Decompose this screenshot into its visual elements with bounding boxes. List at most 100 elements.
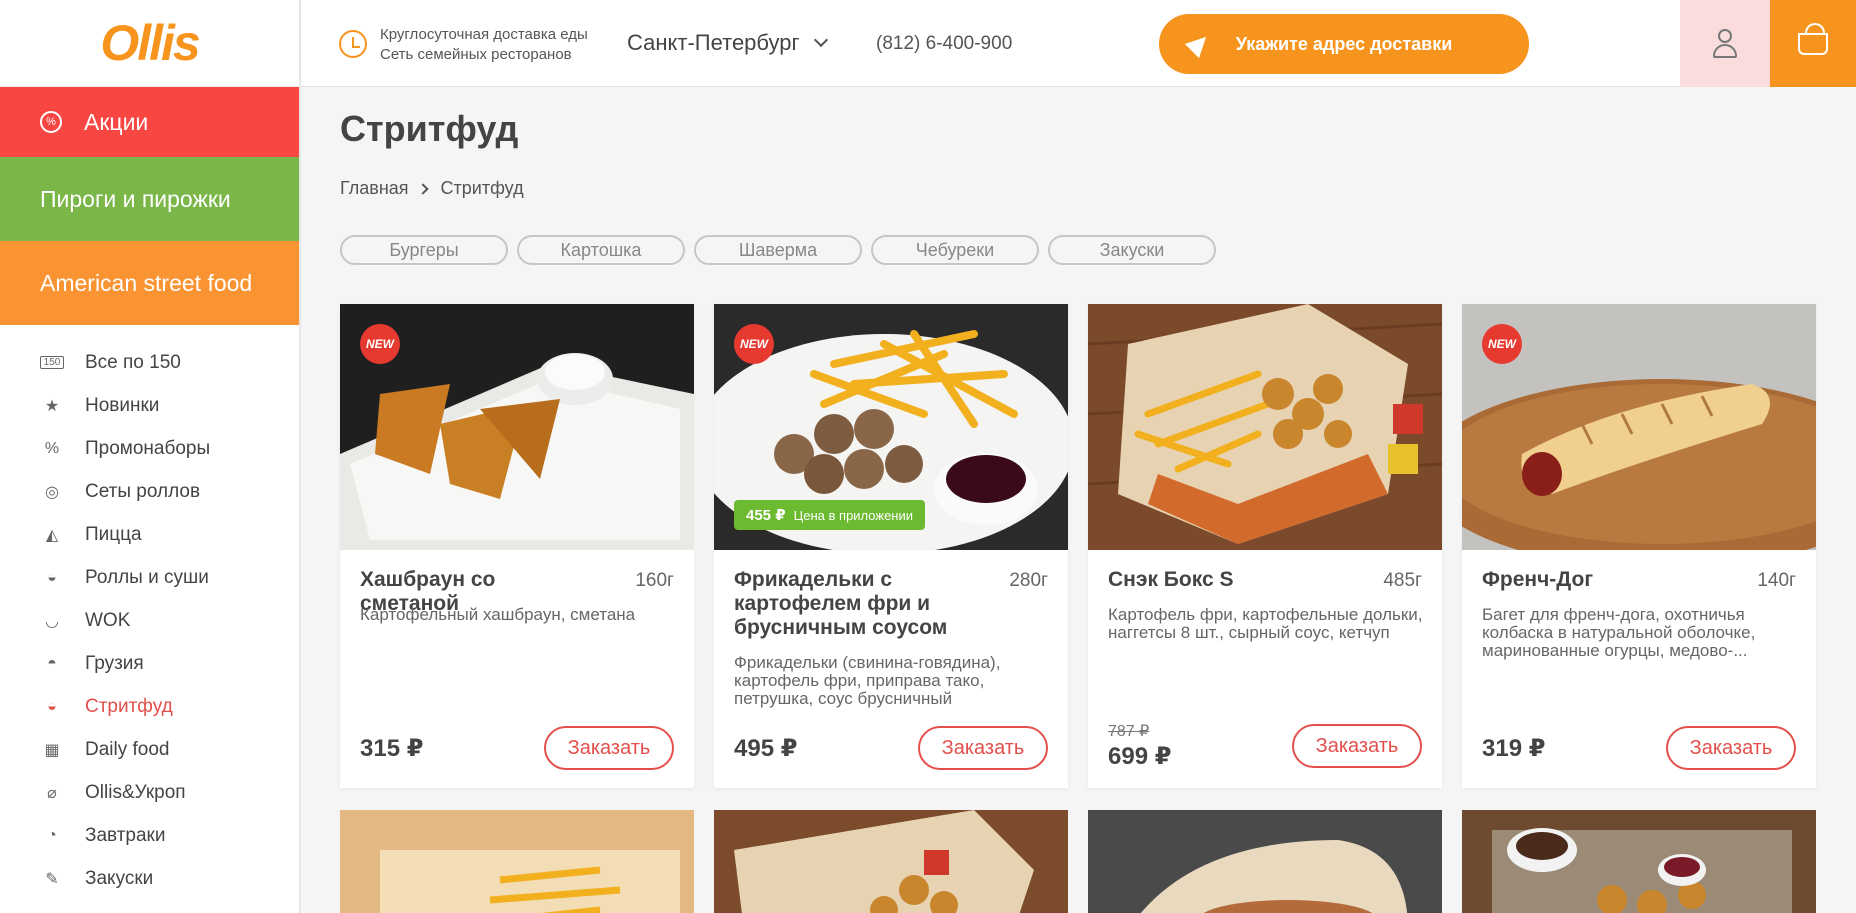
order-button[interactable]: Заказать: [1292, 724, 1422, 768]
sidebar-item-snacks[interactable]: ✎ Закуски: [0, 857, 299, 900]
logo-container[interactable]: Ollis: [0, 0, 299, 87]
product-card[interactable]: Снэк Бокс S 485г Картофель фри, картофел…: [1088, 304, 1442, 788]
sidebar-item-label: WOK: [85, 609, 131, 631]
sidebar-item-roll-sets[interactable]: ◎ Сеты роллов: [0, 470, 299, 513]
sidebar-item-label: Все по 150: [85, 351, 181, 373]
product-title[interactable]: Снэк Бокс S: [1108, 568, 1348, 592]
product-image[interactable]: [1088, 810, 1442, 913]
sidebar-item-daily-food[interactable]: ▦ Daily food: [0, 728, 299, 771]
cart-button[interactable]: [1770, 0, 1856, 87]
egg-icon: ◔: [47, 826, 57, 844]
product-image[interactable]: [714, 810, 1068, 913]
product-card[interactable]: NEW 455 ₽ Цена в приложении Фрикадельки …: [714, 304, 1068, 788]
city-label: Санкт-Петербург: [627, 30, 800, 55]
sidebar-item-label: Закуски: [85, 867, 154, 889]
filter-burgers[interactable]: Бургеры: [340, 235, 508, 265]
breadcrumb: Главная Стритфуд: [340, 178, 524, 199]
category-promo-label: Акции: [84, 108, 149, 135]
burger-icon: ◒: [47, 697, 57, 715]
product-price: 699 ₽: [1108, 743, 1172, 770]
sidebar-item-label: Пицца: [85, 523, 142, 545]
sidebar-item-breakfast[interactable]: ◔ Завтраки: [0, 814, 299, 857]
app-price-label: Цена в приложении: [793, 507, 914, 523]
sidebar-item-label: Сеты роллов: [85, 480, 201, 502]
product-title[interactable]: Френч-Дог: [1482, 568, 1722, 592]
user-icon: [1713, 28, 1737, 59]
app-price: 455 ₽: [746, 507, 786, 524]
star-icon: ★: [44, 397, 60, 415]
product-description: Картофельный хашбраун, сметана: [360, 605, 636, 624]
filter-snacks[interactable]: Закуски: [1048, 235, 1216, 265]
sidebar-item-label: Daily food: [85, 738, 170, 760]
category-promo[interactable]: % Акции: [0, 87, 299, 157]
sidebar-item-streetfood[interactable]: ◒ Стритфуд: [0, 685, 299, 728]
order-button[interactable]: Заказать: [544, 726, 674, 770]
product-card[interactable]: NEW Френч-Дог 140г Багет для френч-дога,…: [1462, 304, 1816, 788]
sidebar-item-promosets[interactable]: % Промонаборы: [0, 427, 299, 470]
filter-shawarma[interactable]: Шаверма: [694, 235, 862, 265]
filter-chebureki[interactable]: Чебуреки: [871, 235, 1039, 265]
sidebar: Ollis % Акции Пироги и пирожки American …: [0, 0, 301, 913]
delivery-address-button[interactable]: Укажите адрес доставки: [1159, 14, 1529, 74]
sidebar-item-label: Роллы и суши: [85, 566, 209, 588]
new-badge: NEW: [360, 324, 400, 364]
filter-potato[interactable]: Картошка: [517, 235, 685, 265]
sidebar-item-georgia[interactable]: ◓ Грузия: [0, 642, 299, 685]
order-button[interactable]: Заказать: [918, 726, 1048, 770]
product-price: 495 ₽: [734, 735, 798, 762]
product-description: Картофель фри, картофельные дольки, нагг…: [1108, 605, 1423, 642]
category-pies-label: Пироги и пирожки: [40, 185, 231, 212]
app-price-badge: 455 ₽ Цена в приложении: [734, 500, 926, 530]
product-weight: 280г: [1009, 570, 1048, 591]
breadcrumb-home[interactable]: Главная: [340, 178, 409, 199]
clock-icon: [339, 30, 367, 58]
order-button[interactable]: Заказать: [1666, 726, 1796, 770]
product-image[interactable]: NEW: [1462, 304, 1816, 550]
logo[interactable]: Ollis: [100, 14, 200, 72]
product-description: Фрикадельки (свинина-говядина), картофел…: [734, 653, 1001, 708]
sidebar-item-wok[interactable]: ◡ WOK: [0, 599, 299, 642]
subcategory-filters: Бургеры Картошка Шаверма Чебуреки Закуск…: [340, 235, 1225, 265]
product-title[interactable]: Фрикадельки с картофелем фри и брусничны…: [734, 568, 974, 640]
product-weight: 485г: [1383, 570, 1422, 591]
delivery-address-label: Укажите адрес доставки: [1235, 33, 1453, 54]
tagline-line-1: Круглосуточная доставка еды: [380, 26, 588, 43]
product-image[interactable]: [1462, 810, 1816, 913]
product-image[interactable]: [1088, 304, 1442, 550]
header: Круглосуточная доставка еды Сеть семейны…: [301, 0, 1856, 87]
page-title: Стритфуд: [340, 108, 519, 149]
percent-badge-icon: %: [40, 111, 62, 133]
product-image[interactable]: NEW: [340, 304, 694, 550]
sidebar-item-new[interactable]: ★ Новинки: [0, 384, 299, 427]
category-american[interactable]: American street food: [0, 241, 299, 325]
product-weight: 140г: [1757, 570, 1796, 591]
tagline: Круглосуточная доставка еды Сеть семейны…: [380, 25, 588, 65]
location-arrow-icon: [1184, 29, 1214, 59]
sidebar-item-label: Новинки: [85, 394, 160, 416]
sushi-icon: ◒: [47, 568, 57, 586]
sidebar-item-pizza[interactable]: ◭ Пицца: [0, 513, 299, 556]
snack-icon: ✎: [45, 870, 59, 888]
product-image[interactable]: [340, 810, 694, 913]
pizza-icon: ◭: [45, 526, 59, 544]
phone-number[interactable]: (812) 6-400-900: [876, 33, 1012, 55]
city-selector[interactable]: Санкт-Петербург: [627, 30, 828, 56]
product-card[interactable]: NEW Хашбраун со сметаной 160г Картофельн…: [340, 304, 694, 788]
breadcrumb-current: Стритфуд: [440, 178, 524, 198]
product-old-price: 787 ₽: [1108, 723, 1150, 740]
sidebar-item-all150[interactable]: 150 Все по 150: [0, 341, 299, 384]
chevron-down-icon: [813, 32, 828, 48]
account-button[interactable]: [1680, 0, 1770, 87]
product-description: Багет для френч-дога, охотничья колбаска…: [1482, 605, 1756, 660]
khinkali-icon: ◓: [47, 654, 57, 672]
category-pies[interactable]: Пироги и пирожки: [0, 157, 299, 241]
product-image[interactable]: NEW 455 ₽ Цена в приложении: [714, 304, 1068, 550]
sidebar-item-label: Промонаборы: [85, 437, 211, 459]
sidebar-item-rolls-sushi[interactable]: ◒ Роллы и суши: [0, 556, 299, 599]
leaf-icon: ⌀: [47, 784, 57, 802]
basket-icon: [1798, 22, 1828, 55]
sidebar-item-ollis-ukrop[interactable]: ⌀ Ollis&Укроп: [0, 771, 299, 814]
sidebar-menu: 150 Все по 150 ★ Новинки % Промонаборы ◎ Сет…: [0, 325, 299, 900]
wok-icon: ◡: [45, 612, 59, 630]
new-badge: NEW: [734, 324, 774, 364]
